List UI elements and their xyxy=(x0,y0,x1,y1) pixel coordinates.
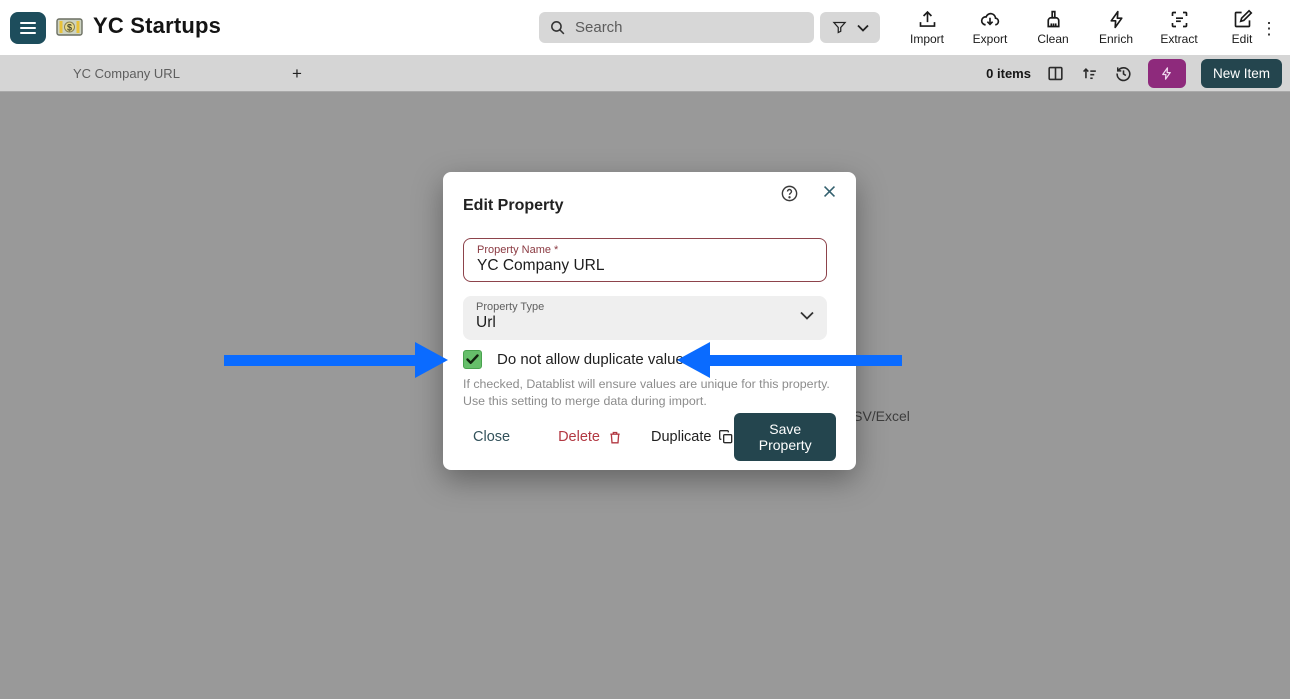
chevron-down-icon xyxy=(857,24,869,32)
edit-label: Edit xyxy=(1232,32,1253,46)
edit-pencil-icon xyxy=(1232,9,1253,30)
clean-button[interactable]: Clean xyxy=(1028,7,1078,48)
enrich-label: Enrich xyxy=(1099,32,1133,46)
copy-icon xyxy=(718,429,734,445)
bolt-icon xyxy=(1159,66,1174,81)
delete-button-label: Delete xyxy=(558,429,600,445)
sort-icon xyxy=(1080,64,1099,83)
columns-view-button[interactable] xyxy=(1046,64,1065,83)
import-button[interactable]: Import xyxy=(902,7,952,48)
upload-icon xyxy=(917,9,938,30)
property-name-field[interactable]: Property Name * xyxy=(463,238,827,282)
scan-icon xyxy=(1169,9,1190,30)
items-count: 0 items xyxy=(986,66,1031,81)
modal-title: Edit Property xyxy=(463,197,563,215)
cloud-download-icon xyxy=(979,9,1001,30)
history-button[interactable] xyxy=(1114,64,1133,83)
extract-button[interactable]: Extract xyxy=(1154,7,1204,48)
edit-property-modal: Edit Property Property Name * Property T… xyxy=(443,172,856,470)
more-menu-icon[interactable]: ⋮ xyxy=(1258,14,1280,42)
import-label: Import xyxy=(910,32,944,46)
close-icon[interactable] xyxy=(821,183,838,203)
chevron-down-icon xyxy=(800,311,814,320)
property-type-value: Url xyxy=(476,313,814,332)
hamburger-menu-button[interactable] xyxy=(10,12,46,44)
duplicate-button[interactable]: Duplicate xyxy=(651,429,734,445)
header-toolbar: Import Export Clean Enric xyxy=(902,7,1267,48)
sort-button[interactable] xyxy=(1080,64,1099,83)
dollar-banknote-emoji: $ xyxy=(56,15,83,39)
no-duplicates-checkbox[interactable] xyxy=(463,350,482,369)
enrich-button[interactable]: Enrich xyxy=(1091,7,1141,48)
duplicate-checkbox-row: Do not allow duplicate values xyxy=(463,350,691,369)
lightning-icon xyxy=(1106,9,1127,30)
export-button[interactable]: Export xyxy=(965,7,1015,48)
property-type-select[interactable]: Property Type Url xyxy=(463,296,827,340)
property-name-input[interactable] xyxy=(477,256,813,275)
svg-text:$: $ xyxy=(67,23,72,33)
search-icon xyxy=(549,19,566,36)
delete-button[interactable]: Delete xyxy=(558,429,623,446)
clean-label: Clean xyxy=(1037,32,1068,46)
history-clock-icon xyxy=(1114,64,1133,83)
dimmed-content-overlay: CSV/Excel Edit Property Property Name * xyxy=(0,92,1290,699)
automation-bolt-button[interactable] xyxy=(1148,59,1186,88)
save-property-button[interactable]: Save Property xyxy=(734,413,836,461)
property-type-label: Property Type xyxy=(476,301,814,313)
trash-icon xyxy=(607,429,623,446)
help-icon[interactable] xyxy=(780,184,799,206)
filter-button[interactable] xyxy=(820,12,880,43)
tabrow-actions: 0 items xyxy=(986,59,1290,88)
checkbox-helper-text: If checked, Datablist will ensure values… xyxy=(463,376,831,410)
modal-footer: Close Delete Duplicate Save Pro xyxy=(463,420,836,454)
checkmark-icon xyxy=(466,354,479,365)
close-button[interactable]: Close xyxy=(473,429,510,445)
extract-label: Extract xyxy=(1160,32,1197,46)
page-title: YC Startups xyxy=(93,13,221,39)
funnel-icon xyxy=(832,20,847,35)
no-duplicates-label[interactable]: Do not allow duplicate values xyxy=(497,351,691,368)
tab-yc-company-url[interactable]: YC Company URL xyxy=(73,66,180,81)
tab-bar: YC Company URL + 0 items xyxy=(0,55,1290,92)
header: $ YC Startups Import xyxy=(0,0,1290,55)
property-name-label: Property Name * xyxy=(477,244,813,256)
export-label: Export xyxy=(973,32,1008,46)
add-tab-button[interactable]: + xyxy=(292,65,302,82)
search-box[interactable] xyxy=(539,12,814,43)
columns-icon xyxy=(1046,64,1065,83)
close-button-label: Close xyxy=(473,429,510,445)
duplicate-button-label: Duplicate xyxy=(651,429,711,445)
app-root: $ YC Startups Import xyxy=(0,0,1290,700)
broom-icon xyxy=(1043,9,1064,30)
new-item-button[interactable]: New Item xyxy=(1201,59,1282,88)
search-input[interactable] xyxy=(575,19,804,36)
